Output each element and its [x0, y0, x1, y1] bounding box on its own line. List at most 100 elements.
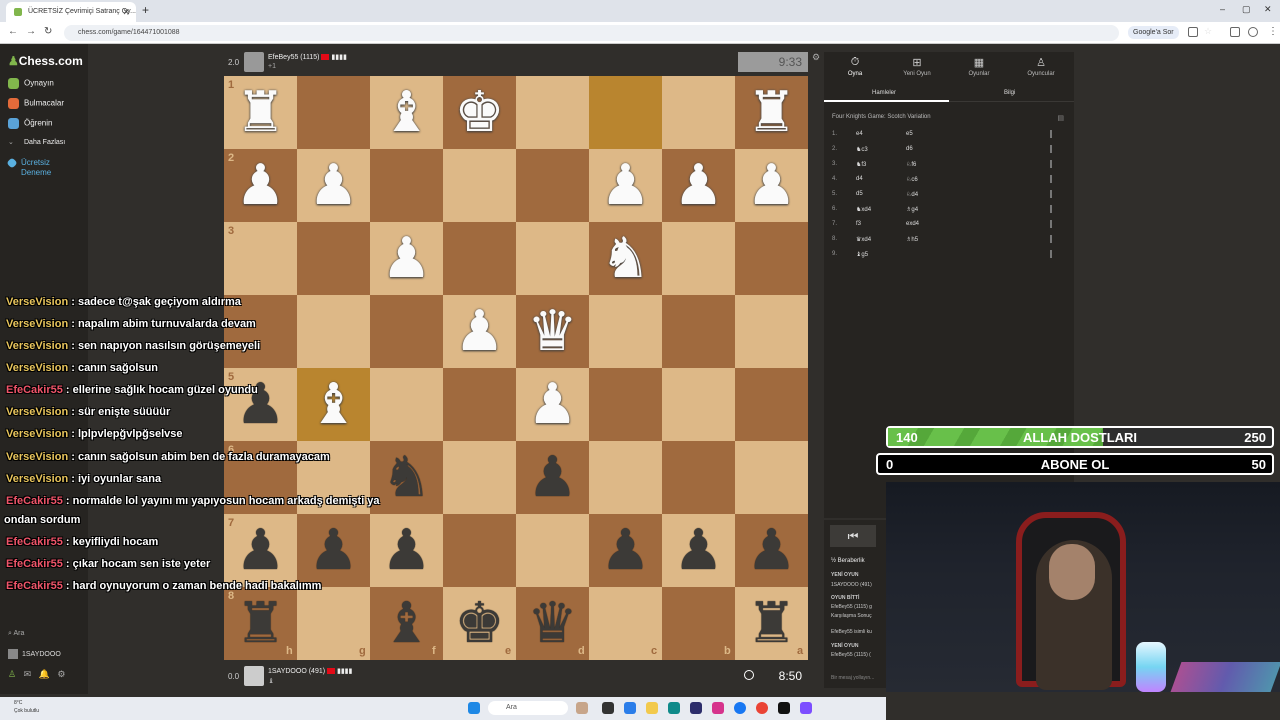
- black-pawn-icon[interactable]: ♟: [297, 514, 370, 587]
- board-square[interactable]: [662, 295, 735, 368]
- white-move[interactable]: e4: [856, 131, 863, 137]
- extension-icon[interactable]: [1188, 27, 1198, 37]
- sidebar-user[interactable]: 1SAYDOOO: [8, 649, 61, 659]
- chrome-icon[interactable]: [756, 702, 768, 714]
- white-rook-icon[interactable]: ♜: [224, 76, 297, 149]
- first-move-button[interactable]: ⏮: [830, 525, 876, 547]
- chat-input[interactable]: Bir mesaj yollayın...: [831, 675, 874, 681]
- url-input[interactable]: chess.com/game/164471001088: [64, 25, 1119, 41]
- board-square[interactable]: [370, 368, 443, 441]
- black-move[interactable]: ♘f6: [906, 161, 916, 168]
- board-square[interactable]: [516, 222, 589, 295]
- black-move[interactable]: ♘c6: [906, 176, 918, 183]
- menu-icon[interactable]: ⋮: [1268, 26, 1278, 37]
- board-square[interactable]: [370, 295, 443, 368]
- chess-logo[interactable]: ♟Chess.com: [8, 54, 83, 68]
- sidebar-item-free-trial[interactable]: Ücretsiz Deneme: [6, 157, 78, 177]
- maximize-icon[interactable]: ▢: [1242, 4, 1251, 15]
- white-rook-icon[interactable]: ♜: [735, 76, 808, 149]
- google-ask-button[interactable]: Google'a Sor: [1128, 26, 1179, 39]
- white-move[interactable]: ♞xd4: [856, 206, 871, 213]
- sidebar-item-play[interactable]: Oynayın: [8, 78, 54, 92]
- tab-info[interactable]: Bilgi: [1004, 90, 1015, 96]
- sidebar-item-learn[interactable]: Öğrenin: [8, 118, 52, 132]
- top-player-name[interactable]: EfeBey55 (1115) ▮▮▮▮: [268, 53, 347, 61]
- instagram-icon[interactable]: [712, 702, 724, 714]
- board-square[interactable]: [735, 222, 808, 295]
- white-move[interactable]: ♞c3: [856, 146, 868, 153]
- tab-players[interactable]: ♙ Oyuncular: [1010, 56, 1072, 77]
- white-pawn-icon[interactable]: ♟: [443, 295, 516, 368]
- white-pawn-icon[interactable]: ♟: [297, 149, 370, 222]
- white-bishop-icon[interactable]: ♝: [370, 76, 443, 149]
- friends-icon[interactable]: ♙: [8, 669, 16, 679]
- black-move[interactable]: ♗h5: [906, 236, 918, 243]
- black-knight-icon[interactable]: ♞: [370, 441, 443, 514]
- edge-icon[interactable]: [668, 702, 680, 714]
- black-pawn-icon[interactable]: ♟: [589, 514, 662, 587]
- white-move[interactable]: ♞f3: [856, 161, 866, 168]
- taskbar-search[interactable]: Ara: [488, 701, 568, 715]
- white-pawn-icon[interactable]: ♟: [516, 368, 589, 441]
- x-twitter-icon[interactable]: [778, 702, 790, 714]
- board-square[interactable]: [443, 368, 516, 441]
- black-move[interactable]: ♗g4: [906, 206, 918, 213]
- file-explorer-icon[interactable]: [646, 702, 658, 714]
- board-square[interactable]: [662, 368, 735, 441]
- board-square[interactable]: [297, 222, 370, 295]
- board-square[interactable]: [516, 514, 589, 587]
- avatar[interactable]: [244, 666, 264, 686]
- black-move[interactable]: exd4: [906, 221, 919, 227]
- board-square[interactable]: [516, 149, 589, 222]
- sidebar-item-more[interactable]: ⌄ Daha Fazlası: [8, 138, 65, 152]
- mail-icon[interactable]: ✉: [24, 669, 32, 679]
- task-view-icon[interactable]: [602, 702, 614, 714]
- black-pawn-icon[interactable]: ♟: [662, 514, 735, 587]
- black-pawn-icon[interactable]: ♟: [516, 441, 589, 514]
- browser-tab[interactable]: ÜCRETSİZ Çevrimiçi Satranç Oy... ✕: [6, 2, 136, 22]
- widget-icon[interactable]: [576, 702, 588, 714]
- weather-widget[interactable]: 8°C Çok bulutlu: [14, 699, 39, 715]
- sidebar-search[interactable]: ⌕ Ara: [8, 630, 24, 638]
- board-square[interactable]: [443, 441, 516, 514]
- board-square[interactable]: [662, 441, 735, 514]
- black-move[interactable]: d6: [906, 146, 913, 152]
- copilot-icon[interactable]: [624, 702, 636, 714]
- new-tab-icon[interactable]: +: [142, 3, 149, 17]
- board-square[interactable]: [662, 76, 735, 149]
- board-square[interactable]: [443, 222, 516, 295]
- white-move[interactable]: d5: [856, 191, 863, 197]
- tab-new-game[interactable]: ⊞ Yeni Oyun: [886, 56, 948, 77]
- board-square[interactable]: [516, 76, 589, 149]
- white-knight-icon[interactable]: ♞: [589, 222, 662, 295]
- black-pawn-icon[interactable]: ♟: [735, 514, 808, 587]
- sidebar-item-puzzles[interactable]: Bulmacalar: [8, 98, 64, 112]
- tab-games[interactable]: ▦ Oyunlar: [948, 56, 1010, 77]
- black-move[interactable]: e5: [906, 131, 913, 137]
- white-pawn-icon[interactable]: ♟: [735, 149, 808, 222]
- bottom-player-name[interactable]: 1SAYDOOO (491) ▮▮▮▮: [268, 667, 352, 675]
- account-icon[interactable]: [1248, 27, 1258, 37]
- white-move[interactable]: ♝g5: [856, 251, 868, 258]
- white-bishop-icon[interactable]: ♝: [297, 368, 370, 441]
- board-square[interactable]: [589, 368, 662, 441]
- white-pawn-icon[interactable]: ♟: [662, 149, 735, 222]
- black-pawn-icon[interactable]: ♟: [370, 514, 443, 587]
- white-pawn-icon[interactable]: ♟: [589, 149, 662, 222]
- board-square[interactable]: [735, 441, 808, 514]
- store-icon[interactable]: [690, 702, 702, 714]
- white-queen-icon[interactable]: ♛: [516, 295, 589, 368]
- windows-start-icon[interactable]: [468, 702, 480, 714]
- white-move[interactable]: d4: [856, 176, 863, 182]
- avatar[interactable]: [244, 52, 264, 72]
- forward-icon[interactable]: →: [26, 26, 36, 37]
- white-pawn-icon[interactable]: ♟: [370, 222, 443, 295]
- board-square[interactable]: [297, 295, 370, 368]
- board-square[interactable]: [443, 149, 516, 222]
- gear-icon[interactable]: ⚙: [57, 669, 65, 679]
- board-square[interactable]: [224, 222, 297, 295]
- app-icon[interactable]: [800, 702, 812, 714]
- white-pawn-icon[interactable]: ♟: [224, 149, 297, 222]
- minimize-icon[interactable]: –: [1220, 4, 1225, 14]
- board-square[interactable]: [589, 295, 662, 368]
